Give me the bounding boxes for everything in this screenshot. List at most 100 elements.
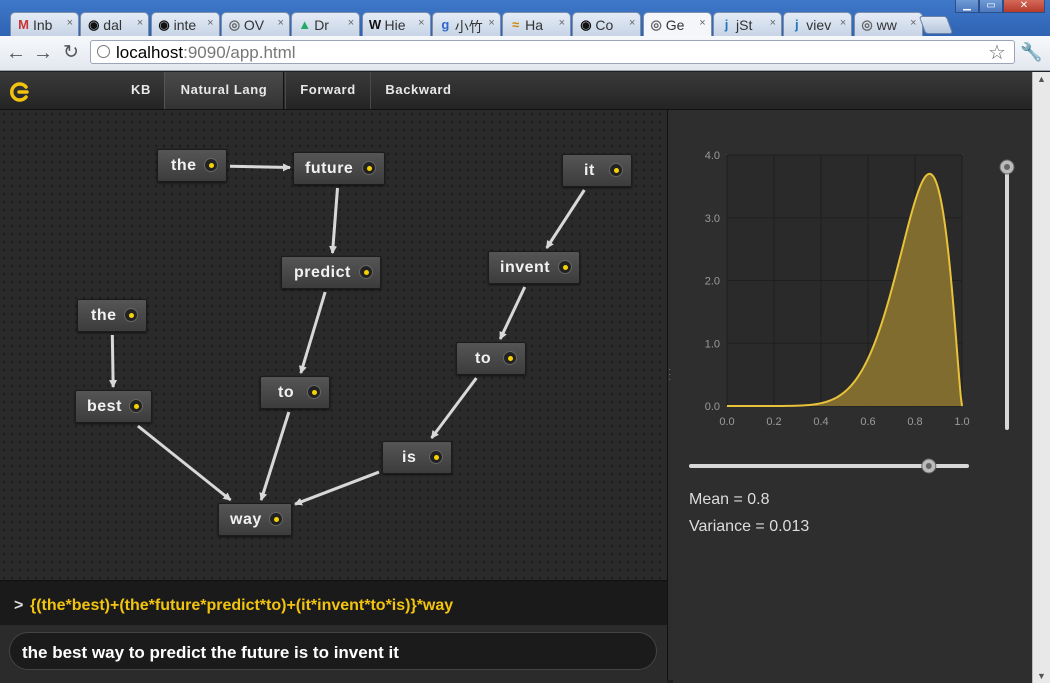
browser-toolbar: ← → ↻ localhost:9090/app.html: [0, 36, 1050, 71]
browser-tab[interactable]: M Inb ×: [10, 12, 79, 36]
browser-tab[interactable]: g 小竹 ×: [431, 12, 501, 36]
tab-close-icon[interactable]: ×: [418, 17, 424, 29]
tab-favicon-icon: ◎: [650, 17, 662, 32]
tab-title: inte: [173, 17, 197, 33]
tab-close-icon[interactable]: ×: [559, 17, 565, 29]
forward-arrow-icon[interactable]: →: [32, 42, 54, 64]
browser-tab[interactable]: ◎ ww ×: [853, 12, 923, 36]
maximize-button[interactable]: ▭: [979, 0, 1003, 13]
back-arrow-icon[interactable]: ←: [5, 42, 27, 64]
tab-close-icon[interactable]: ×: [67, 17, 73, 29]
browser-tab[interactable]: ◉ dal ×: [80, 12, 150, 36]
mean-label: Mean = 0.8: [689, 491, 770, 508]
node-label: to: [475, 350, 492, 367]
tab-title: jSt: [736, 17, 753, 33]
scroll-down-icon[interactable]: ▼: [1037, 671, 1046, 681]
node-port-icon[interactable]: [609, 163, 623, 177]
tab-close-icon[interactable]: ×: [277, 17, 283, 29]
node-label: best: [87, 398, 122, 415]
node-port-icon[interactable]: [204, 158, 218, 172]
edge-arrow: [545, 189, 586, 249]
edge-arrow: [109, 334, 118, 388]
node-port-icon[interactable]: [269, 512, 283, 526]
node-predict[interactable]: predict: [281, 256, 381, 289]
node-label: invent: [500, 259, 551, 276]
tab-close-icon[interactable]: ×: [840, 17, 846, 29]
tab-title: dal: [103, 17, 122, 33]
new-tab-button[interactable]: [918, 16, 954, 34]
browser-tab[interactable]: ▲ Dr ×: [291, 12, 361, 36]
tab-forward[interactable]: Forward: [285, 72, 370, 109]
browser-tab[interactable]: ◎ OV ×: [220, 12, 290, 36]
tab-close-icon[interactable]: ×: [629, 17, 635, 29]
dependency-graph[interactable]: the future it predict invent the to best…: [0, 110, 667, 580]
address-bar[interactable]: localhost:9090/app.html: [90, 40, 1015, 64]
node-label: to: [278, 384, 295, 401]
minimize-button[interactable]: ▁: [955, 0, 979, 13]
browser-tab[interactable]: j viev ×: [783, 12, 853, 36]
reload-icon[interactable]: ↻: [60, 42, 82, 64]
bookmark-star-icon[interactable]: ☆: [988, 40, 1006, 65]
distribution-panel: 0.0 0.2 0.4 0.6 0.8 1.0 0.0 1.0 2.0 3.0 4.0 Mean =…: [673, 110, 1032, 683]
node-the[interactable]: the: [77, 299, 147, 332]
node-best[interactable]: best: [75, 390, 152, 423]
node-label: the: [171, 157, 197, 174]
node-it[interactable]: it: [562, 154, 632, 187]
node-the[interactable]: the: [157, 149, 227, 182]
tab-natural-lang[interactable]: Natural Lang: [164, 72, 284, 109]
node-way[interactable]: way: [218, 503, 292, 536]
node-label: it: [584, 162, 595, 179]
tab-kb[interactable]: KB: [120, 72, 162, 109]
tab-favicon-icon: ≈: [512, 17, 520, 32]
wrench-icon[interactable]: 🔧: [1020, 42, 1042, 63]
beta-distribution-chart: 0.0 0.2 0.4 0.6 0.8 1.0 0.0 1.0 2.0 3.0 4.0: [689, 150, 1015, 474]
node-label: future: [305, 160, 354, 177]
node-port-icon[interactable]: [359, 265, 373, 279]
tab-close-icon[interactable]: ×: [488, 17, 494, 29]
sentence-input[interactable]: the best way to predict the future is to…: [9, 632, 657, 670]
tab-close-icon[interactable]: ×: [137, 17, 143, 29]
browser-tab[interactable]: ◉ Co ×: [572, 12, 642, 36]
edge-arrow: [294, 470, 380, 506]
tab-backward[interactable]: Backward: [370, 72, 466, 109]
browser-tab[interactable]: ≈ Ha ×: [502, 12, 572, 36]
x-tick-label: 0.6: [860, 416, 875, 428]
globe-icon: [97, 45, 110, 58]
tab-title: OV: [243, 17, 265, 33]
node-port-icon[interactable]: [124, 308, 138, 322]
browser-tab[interactable]: W Hie ×: [361, 12, 431, 36]
node-label: the: [91, 307, 117, 324]
y-tick-label: 1.0: [705, 338, 720, 350]
splitter-grip-icon[interactable]: · · ·: [668, 365, 671, 385]
node-port-icon[interactable]: [429, 450, 443, 464]
tab-close-icon[interactable]: ×: [910, 17, 916, 29]
node-future[interactable]: future: [293, 152, 385, 185]
tab-close-icon[interactable]: ×: [348, 17, 354, 29]
node-to[interactable]: to: [260, 376, 330, 409]
browser-tab[interactable]: ◎ Ge ×: [642, 12, 712, 37]
node-port-icon[interactable]: [503, 351, 517, 365]
browser-tab[interactable]: ◉ inte ×: [150, 12, 220, 36]
scroll-up-icon[interactable]: ▲: [1037, 74, 1046, 84]
node-to[interactable]: to: [456, 342, 526, 375]
variance-slider-thumb[interactable]: [999, 159, 1015, 175]
close-window-button[interactable]: ✕: [1003, 0, 1045, 13]
x-tick-label: 1.0: [954, 416, 969, 428]
tab-title: Co: [595, 17, 614, 33]
node-port-icon[interactable]: [129, 399, 143, 413]
tab-favicon-icon: W: [368, 17, 382, 32]
node-port-icon[interactable]: [307, 385, 321, 399]
node-is[interactable]: is: [382, 441, 452, 474]
page-scrollbar[interactable]: ▲ ▼: [1032, 72, 1050, 683]
tab-favicon-icon: ▲: [298, 17, 312, 32]
edge-arrow: [299, 291, 327, 374]
edge-arrow: [430, 377, 478, 439]
tab-close-icon[interactable]: ×: [770, 17, 776, 29]
tab-close-icon[interactable]: ×: [699, 17, 705, 29]
node-port-icon[interactable]: [558, 260, 572, 274]
node-invent[interactable]: invent: [488, 251, 580, 284]
mean-slider-thumb[interactable]: [921, 458, 937, 474]
browser-tab[interactable]: j jSt ×: [713, 12, 782, 36]
node-port-icon[interactable]: [362, 161, 376, 175]
tab-close-icon[interactable]: ×: [207, 17, 213, 29]
